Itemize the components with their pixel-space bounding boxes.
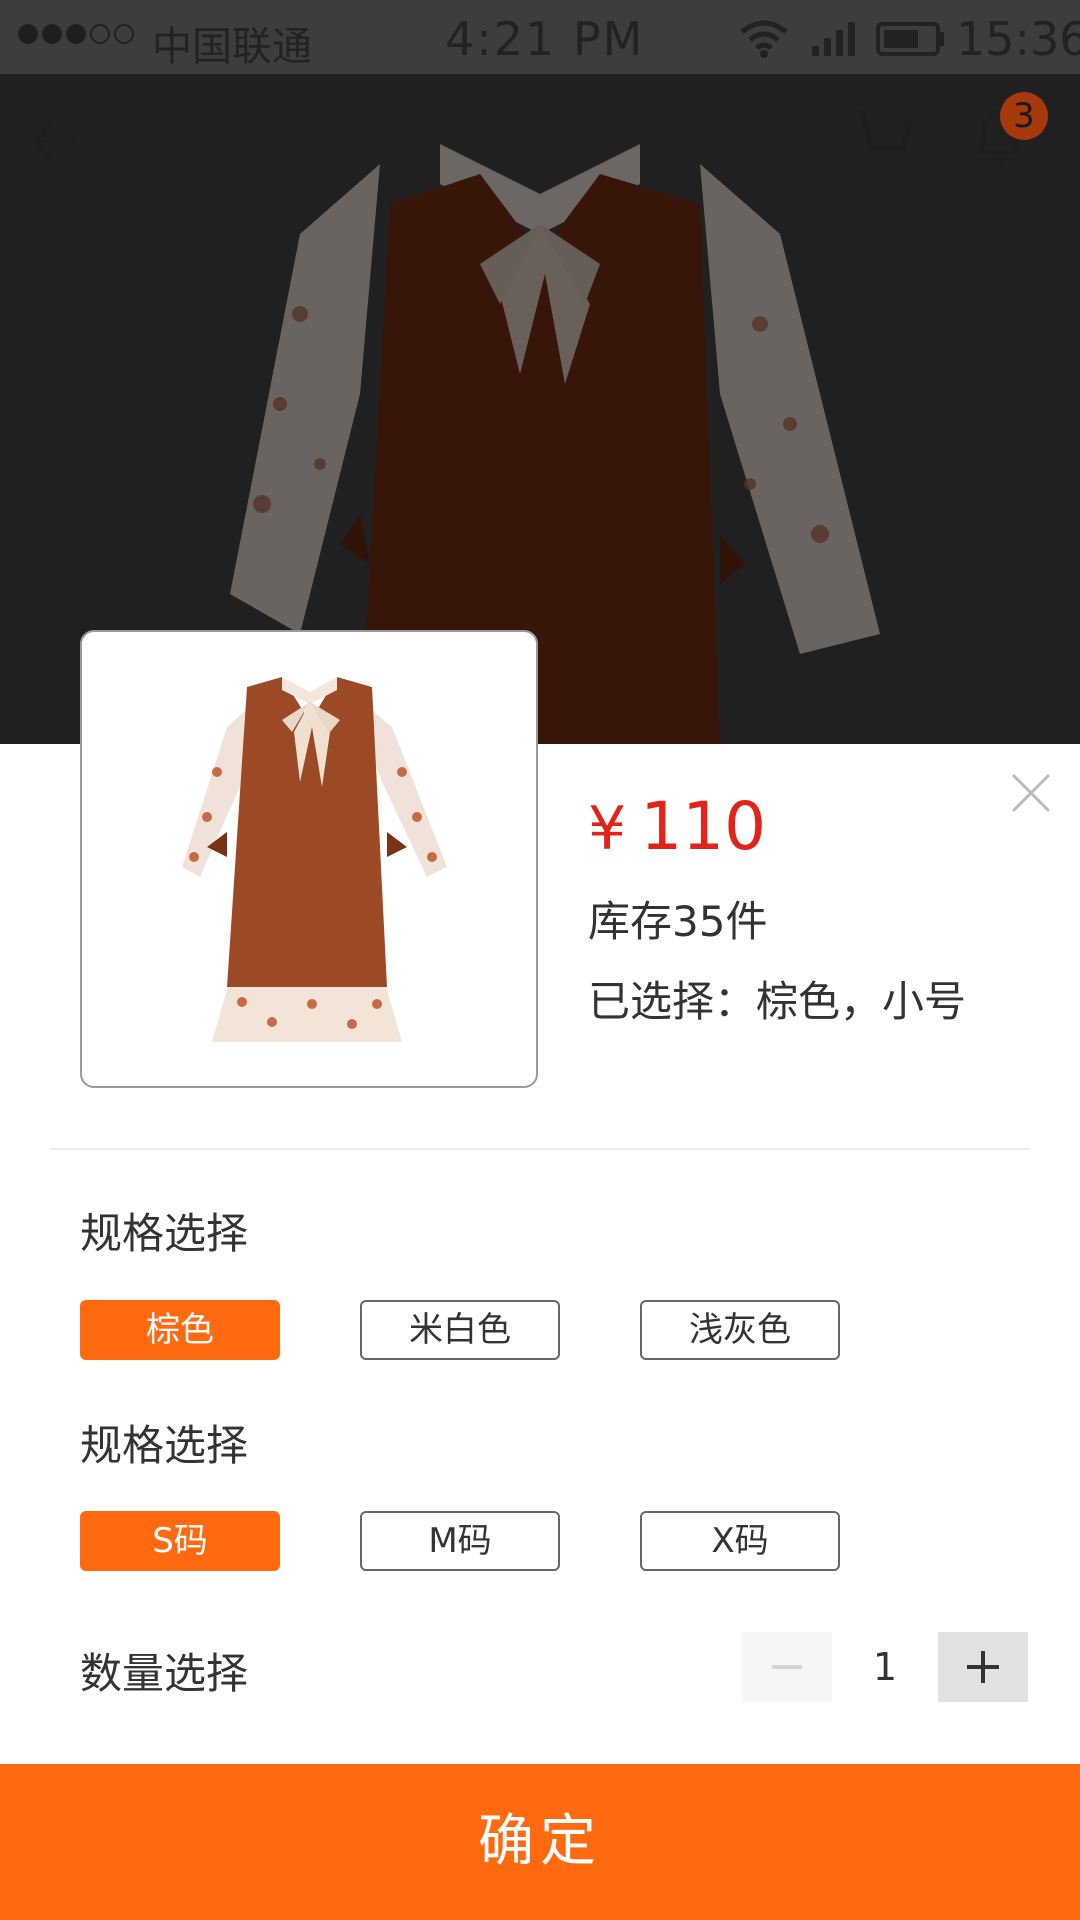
carrier-name: 中国联通 bbox=[152, 24, 312, 70]
status-bar: 中国联通 4:21 PM 15:36 bbox=[0, 0, 1080, 74]
notification-badge: 3 bbox=[1000, 92, 1048, 140]
signal-dot bbox=[114, 24, 134, 44]
option-color-brown[interactable]: 棕色 bbox=[80, 1300, 280, 1360]
wifi-icon bbox=[740, 20, 788, 58]
quantity-stepper: 1 bbox=[742, 1632, 1028, 1702]
thumbnail-dress-illustration bbox=[182, 677, 447, 1042]
quantity-increase-button[interactable] bbox=[938, 1632, 1028, 1702]
size-options: S码 M码 X码 bbox=[80, 1511, 840, 1571]
option-size-x[interactable]: X码 bbox=[640, 1511, 840, 1571]
plus-icon bbox=[967, 1651, 999, 1683]
spec-title-size: 规格选择 bbox=[80, 1421, 249, 1470]
cellular-signal-icon bbox=[812, 22, 855, 56]
currency-symbol: ¥ bbox=[588, 794, 627, 864]
stock-count: 库存35件 bbox=[588, 897, 768, 946]
signal-dots bbox=[18, 24, 134, 44]
signal-dot bbox=[90, 24, 110, 44]
price-value: 110 bbox=[640, 788, 767, 865]
spec-title-color: 规格选择 bbox=[80, 1209, 249, 1258]
quantity-label: 数量选择 bbox=[80, 1649, 249, 1698]
top-nav: 3 bbox=[0, 74, 1080, 204]
divider bbox=[50, 1148, 1030, 1150]
option-color-offwhite[interactable]: 米白色 bbox=[360, 1300, 560, 1360]
option-size-s[interactable]: S码 bbox=[80, 1511, 280, 1571]
quantity-value: 1 bbox=[872, 1645, 898, 1689]
product-price: ¥ 110 bbox=[588, 788, 766, 865]
confirm-button[interactable]: 确定 bbox=[0, 1764, 1080, 1920]
close-icon[interactable] bbox=[1010, 772, 1052, 814]
selected-summary: 已选择： 棕色，小号 bbox=[588, 968, 966, 1029]
selected-value: 棕色，小号 bbox=[756, 977, 967, 1026]
selected-label: 已选择： bbox=[588, 977, 757, 1026]
signal-dot bbox=[66, 24, 86, 44]
status-clock: 4:21 PM bbox=[445, 12, 645, 66]
option-color-lightgray[interactable]: 浅灰色 bbox=[640, 1300, 840, 1360]
signal-dot bbox=[42, 24, 62, 44]
option-size-m[interactable]: M码 bbox=[360, 1511, 560, 1571]
status-time-right: 15:36 bbox=[956, 12, 1080, 66]
signal-dot bbox=[18, 24, 38, 44]
color-options: 棕色 米白色 浅灰色 bbox=[80, 1300, 840, 1360]
product-thumbnail bbox=[80, 630, 538, 1088]
quantity-decrease-button[interactable] bbox=[742, 1632, 832, 1702]
cart-icon[interactable] bbox=[846, 102, 916, 172]
battery-icon bbox=[876, 22, 944, 56]
minus-icon bbox=[772, 1665, 802, 1669]
back-arrow-icon[interactable] bbox=[26, 112, 86, 172]
